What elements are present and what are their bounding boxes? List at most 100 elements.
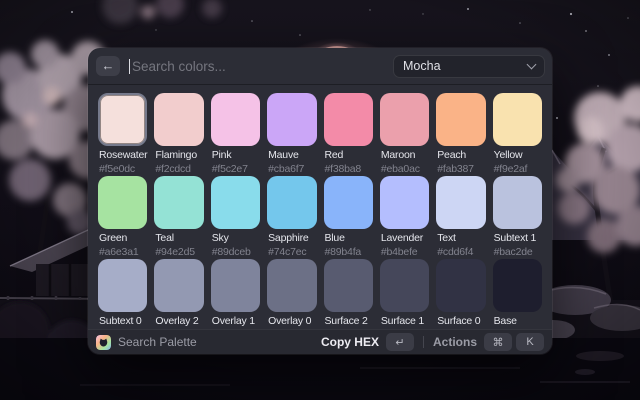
color-swatch[interactable] <box>493 259 542 312</box>
color-cell-overlay0[interactable]: Overlay 0 <box>267 259 316 329</box>
color-name: Flamingo <box>154 149 203 162</box>
color-name: Teal <box>154 232 203 245</box>
color-swatch[interactable] <box>324 259 373 312</box>
color-hex: #f9e2af <box>493 163 542 176</box>
color-cell-pink[interactable]: Pink #f5c2e7 <box>211 93 260 176</box>
color-name: Pink <box>211 149 260 162</box>
color-cell-lavender[interactable]: Lavender #b4befe <box>380 176 429 259</box>
color-hex: #fab387 <box>436 163 485 176</box>
color-name: Sapphire <box>267 232 316 245</box>
color-name: Surface 2 <box>324 315 373 328</box>
color-swatch[interactable] <box>380 93 429 146</box>
color-swatch[interactable] <box>98 93 147 146</box>
swatch-grid: Rosewater #f5e0dc Flamingo #f2cdcd Pink … <box>98 93 542 329</box>
color-name: Maroon <box>380 149 429 162</box>
color-name: Red <box>324 149 373 162</box>
color-cell-overlay2[interactable]: Overlay 2 <box>154 259 203 329</box>
color-cell-sapphire[interactable]: Sapphire #74c7ec <box>267 176 316 259</box>
color-cell-teal[interactable]: Teal #94e2d5 <box>154 176 203 259</box>
color-hex: #f5e0dc <box>98 163 147 176</box>
chevron-down-icon <box>527 60 537 70</box>
color-hex: #cdd6f4 <box>436 246 485 259</box>
color-cell-peach[interactable]: Peach #fab387 <box>436 93 485 176</box>
color-cell-rosewater[interactable]: Rosewater #f5e0dc <box>98 93 147 176</box>
color-swatch[interactable] <box>267 176 316 229</box>
color-hex: #eba0ac <box>380 163 429 176</box>
extension-title: Search Palette <box>118 335 197 349</box>
color-cell-yellow[interactable]: Yellow #f9e2af <box>493 93 542 176</box>
color-hex: #74c7ec <box>267 246 316 259</box>
dialog-header: ← Search colors... Mocha <box>88 48 552 85</box>
color-name: Base <box>493 315 542 328</box>
color-swatch[interactable] <box>211 93 260 146</box>
color-name: Subtext 1 <box>493 232 542 245</box>
color-swatch[interactable] <box>380 176 429 229</box>
color-swatch[interactable] <box>211 176 260 229</box>
search-placeholder: Search colors... <box>132 59 226 74</box>
color-name: Lavender <box>380 232 429 245</box>
color-hex: #cba6f7 <box>267 163 316 176</box>
color-swatch[interactable] <box>154 259 203 312</box>
actions-shortcut: ⌘ K <box>484 333 544 351</box>
catppuccin-cat-icon <box>96 335 111 350</box>
color-name: Blue <box>324 232 373 245</box>
color-swatch[interactable] <box>324 176 373 229</box>
color-search-dialog: ← Search colors... Mocha Rosewater #f5e0… <box>88 48 552 354</box>
k-key-icon[interactable]: K <box>516 333 544 351</box>
color-name: Mauve <box>267 149 316 162</box>
color-hex: #89b4fa <box>324 246 373 259</box>
color-swatch[interactable] <box>267 93 316 146</box>
color-swatch[interactable] <box>436 176 485 229</box>
color-name: Overlay 2 <box>154 315 203 328</box>
color-cell-surface0[interactable]: Surface 0 <box>436 259 485 329</box>
color-hex: #f5c2e7 <box>211 163 260 176</box>
command-key-icon[interactable]: ⌘ <box>484 333 512 351</box>
color-swatch[interactable] <box>267 259 316 312</box>
color-cell-subtext1[interactable]: Subtext 1 #bac2de <box>493 176 542 259</box>
color-swatch[interactable] <box>211 259 260 312</box>
color-cell-overlay1[interactable]: Overlay 1 <box>211 259 260 329</box>
color-name: Peach <box>436 149 485 162</box>
color-swatch[interactable] <box>436 259 485 312</box>
color-cell-blue[interactable]: Blue #89b4fa <box>324 176 373 259</box>
color-cell-subtext0[interactable]: Subtext 0 <box>98 259 147 329</box>
color-name: Rosewater <box>98 149 147 162</box>
color-hex: #94e2d5 <box>154 246 203 259</box>
action-bar: Search Palette Copy HEX ↵ Actions ⌘ K <box>88 329 552 354</box>
color-cell-base[interactable]: Base <box>493 259 542 329</box>
palette-dropdown[interactable]: Mocha <box>393 55 545 78</box>
color-cell-sky[interactable]: Sky #89dceb <box>211 176 260 259</box>
color-name: Overlay 0 <box>267 315 316 328</box>
color-name: Subtext 0 <box>98 315 147 328</box>
color-swatch[interactable] <box>154 93 203 146</box>
color-name: Surface 1 <box>380 315 429 328</box>
color-swatch[interactable] <box>493 176 542 229</box>
color-hex: #f38ba8 <box>324 163 373 176</box>
search-input[interactable]: Search colors... <box>129 59 384 74</box>
color-swatch[interactable] <box>380 259 429 312</box>
color-name: Green <box>98 232 147 245</box>
color-cell-maroon[interactable]: Maroon #eba0ac <box>380 93 429 176</box>
color-swatch[interactable] <box>154 176 203 229</box>
color-cell-mauve[interactable]: Mauve #cba6f7 <box>267 93 316 176</box>
back-button[interactable]: ← <box>96 56 120 76</box>
color-swatch[interactable] <box>324 93 373 146</box>
color-swatch[interactable] <box>98 176 147 229</box>
color-cell-flamingo[interactable]: Flamingo #f2cdcd <box>154 93 203 176</box>
color-cell-surface2[interactable]: Surface 2 <box>324 259 373 329</box>
color-cell-surface1[interactable]: Surface 1 <box>380 259 429 329</box>
color-cell-green[interactable]: Green #a6e3a1 <box>98 176 147 259</box>
color-cell-red[interactable]: Red #f38ba8 <box>324 93 373 176</box>
color-cell-text[interactable]: Text #cdd6f4 <box>436 176 485 259</box>
footer-divider <box>423 336 424 348</box>
color-swatch[interactable] <box>436 93 485 146</box>
actions-menu-button[interactable]: Actions <box>433 335 477 349</box>
color-name: Text <box>436 232 485 245</box>
color-swatch[interactable] <box>493 93 542 146</box>
swatch-grid-container: Rosewater #f5e0dc Flamingo #f2cdcd Pink … <box>88 85 552 329</box>
screen: ← Search colors... Mocha Rosewater #f5e0… <box>0 0 640 400</box>
copy-hex-action[interactable]: Copy HEX <box>321 335 379 349</box>
return-key-icon[interactable]: ↵ <box>386 333 414 351</box>
color-swatch[interactable] <box>98 259 147 312</box>
color-hex: #f2cdcd <box>154 163 203 176</box>
